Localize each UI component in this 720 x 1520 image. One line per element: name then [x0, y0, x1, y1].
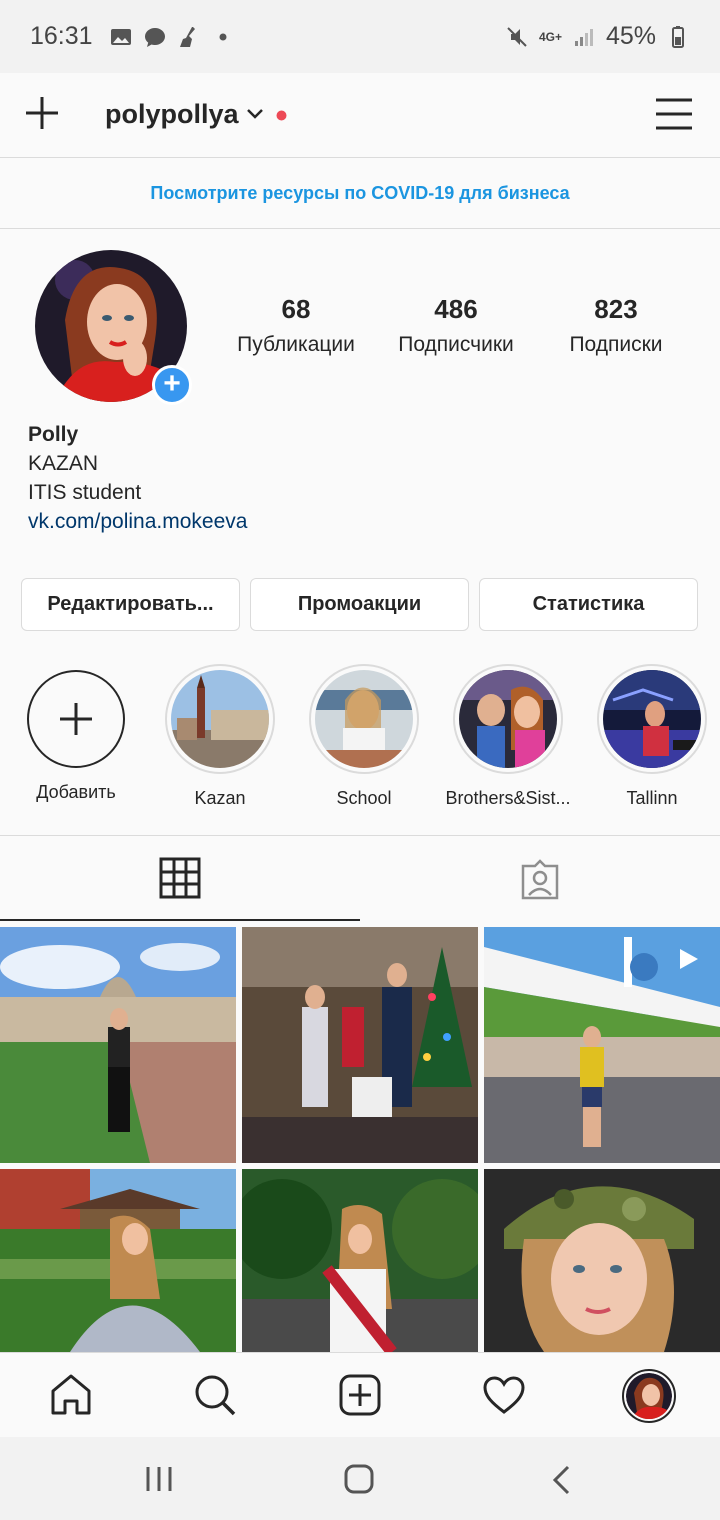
stat-label: Публикации	[237, 333, 355, 356]
battery-percent: 45%	[605, 22, 656, 50]
create-post-icon[interactable]	[338, 1373, 382, 1417]
stat-value: 68	[281, 294, 311, 324]
highlight-school[interactable]: School	[294, 664, 434, 809]
signal-icon	[574, 28, 593, 46]
highlight-kazan[interactable]: Kazan	[150, 664, 290, 809]
profile-name: Polly	[28, 423, 79, 446]
post-thumbnail[interactable]	[242, 927, 478, 1163]
bio-link[interactable]: vk.com/polina.mokeeva	[28, 507, 247, 536]
highlight-cover	[315, 670, 413, 768]
post-thumbnail[interactable]	[0, 927, 236, 1163]
highlight-label: Brothers&Sist...	[445, 788, 571, 808]
plus-icon	[60, 703, 92, 735]
status-time: 16:31	[30, 22, 93, 50]
new-post-icon[interactable]	[24, 95, 60, 131]
highlight-ring	[453, 664, 563, 774]
profile-bio: Polly KAZAN ITIS student vk.com/polina.m…	[28, 420, 247, 536]
profile-tabs	[0, 835, 720, 921]
profile-tab-avatar[interactable]	[622, 1369, 676, 1423]
profile-avatar[interactable]: +	[35, 250, 192, 405]
highlight-label: Tallinn	[626, 788, 678, 808]
covid-banner-link[interactable]: Посмотрите ресурсы по COVID-19 для бизне…	[0, 158, 720, 229]
highlight-ring	[165, 664, 275, 774]
status-bar: 16:31 4G+ 45%	[0, 0, 720, 73]
highlight-label: Добавить	[36, 782, 116, 802]
highlight-ring	[309, 664, 419, 774]
highlight-cover	[171, 670, 269, 768]
followers-count[interactable]: 486 Подписчики	[376, 294, 536, 357]
add-story-button[interactable]: +	[152, 365, 192, 405]
avatar-photo	[626, 1373, 672, 1419]
bio-line: KAZAN	[28, 452, 99, 475]
highlight-brothers-sisters[interactable]: Brothers&Sist...	[438, 664, 578, 809]
home-icon[interactable]	[49, 1373, 93, 1417]
stat-label: Подписки	[569, 333, 663, 356]
menu-icon[interactable]	[655, 97, 693, 131]
highlight-ring	[27, 670, 125, 768]
bottom-navigation	[0, 1352, 720, 1437]
system-icons: 4G+ 45%	[505, 22, 690, 51]
back-icon[interactable]	[550, 1465, 574, 1495]
image-icon	[110, 28, 131, 45]
edit-profile-button[interactable]: Редактировать...	[21, 578, 240, 631]
post-thumbnail[interactable]	[484, 1169, 720, 1352]
notification-dot	[276, 110, 287, 121]
network-type: 4G+	[538, 29, 562, 44]
chat-icon	[144, 27, 165, 47]
highlight-cover	[459, 670, 557, 768]
notification-icons	[109, 25, 235, 49]
posts-grid	[0, 927, 720, 1352]
highlight-tallinn[interactable]: Tallinn	[582, 664, 720, 809]
following-count[interactable]: 823 Подписки	[536, 294, 696, 357]
grid-icon	[159, 857, 201, 898]
post-thumbnail[interactable]	[484, 927, 720, 1163]
post-thumbnail[interactable]	[242, 1169, 478, 1352]
highlight-label: School	[336, 788, 392, 808]
dot-icon	[219, 33, 227, 40]
insights-button[interactable]: Статистика	[479, 578, 698, 631]
heart-icon[interactable]	[482, 1373, 526, 1417]
promotions-button[interactable]: Промоакции	[250, 578, 469, 631]
highlight-ring	[597, 664, 707, 774]
stat-label: Подписчики	[398, 333, 514, 356]
username[interactable]: polypollya	[105, 99, 239, 130]
bio-line: ITIS student	[28, 481, 142, 504]
recent-apps-icon[interactable]	[144, 1465, 174, 1493]
tab-tagged[interactable]	[360, 836, 720, 921]
battery-icon	[672, 25, 684, 48]
mute-icon	[507, 26, 527, 47]
post-thumbnail[interactable]	[0, 1169, 236, 1352]
stat-value: 486	[434, 294, 478, 324]
system-navigation-bar	[0, 1437, 720, 1520]
profile-header: polypollya	[0, 73, 720, 158]
stat-value: 823	[594, 294, 638, 324]
posts-count[interactable]: 68 Публикации	[216, 294, 376, 357]
highlight-cover	[603, 670, 701, 768]
tab-grid[interactable]	[0, 836, 360, 921]
chevron-down-icon[interactable]	[246, 107, 264, 121]
broom-icon	[179, 26, 195, 47]
highlight-label: Kazan	[194, 788, 246, 808]
tagged-person-icon	[521, 858, 559, 899]
highlight-add[interactable]: Добавить	[6, 664, 146, 803]
search-icon[interactable]	[193, 1373, 237, 1417]
home-button-icon[interactable]	[344, 1464, 374, 1494]
